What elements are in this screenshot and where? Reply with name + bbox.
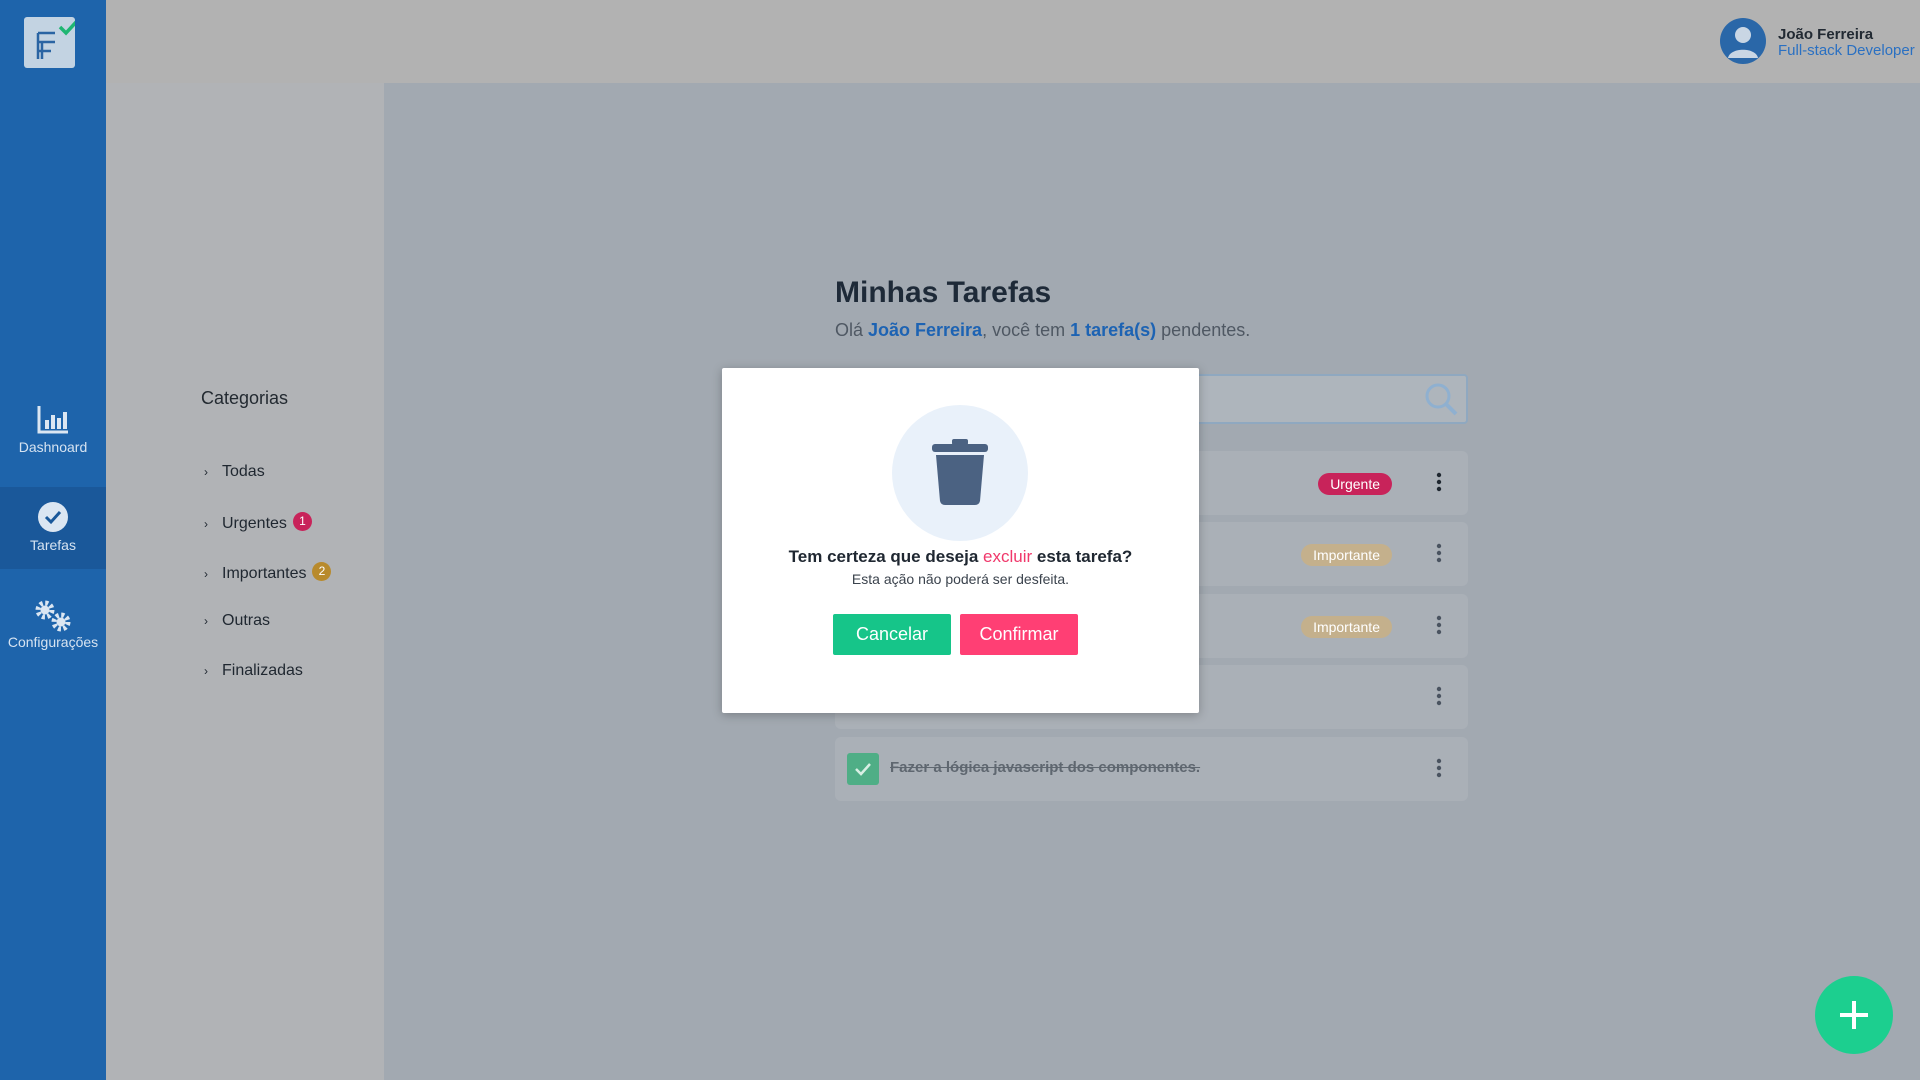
check-circle-icon: [38, 502, 68, 532]
task-title: Fazer a lógica javascript dos componente…: [890, 759, 1201, 776]
icon-circle: [892, 405, 1028, 541]
trash-icon: [932, 439, 988, 505]
category-label: Outras: [222, 612, 271, 629]
category-outras[interactable]: › Outras: [204, 612, 270, 630]
nav-configuracoes-label: Configurações: [7, 634, 99, 650]
question-text: Tem certeza que deseja: [788, 547, 984, 566]
plus-icon: [1840, 1001, 1868, 1029]
subtitle-text: pendentes.: [1156, 320, 1251, 340]
urgent-tag: Urgente: [1318, 473, 1392, 495]
more-vertical-icon[interactable]: [1436, 471, 1442, 493]
page-subtitle: Olá João Ferreira, você tem 1 tarefa(s) …: [835, 320, 1250, 341]
bar-chart-icon: [37, 406, 68, 434]
urgent-count-badge: 1: [292, 512, 312, 531]
dialog-question: Tem certeza que deseja excluir esta tare…: [722, 547, 1199, 567]
category-finalizadas[interactable]: › Finalizadas: [204, 662, 303, 680]
chevron-right-icon: ›: [204, 465, 208, 479]
category-label: Todas: [222, 463, 265, 480]
more-vertical-icon[interactable]: [1436, 614, 1442, 636]
more-vertical-icon[interactable]: [1436, 757, 1442, 779]
user-role: Full-stack Developer: [1778, 42, 1915, 59]
user-icon: [1728, 27, 1758, 58]
user-avatar[interactable]: [1720, 18, 1766, 64]
cancel-button[interactable]: Cancelar: [833, 614, 951, 655]
chevron-right-icon: ›: [204, 517, 208, 531]
important-tag: Importante: [1301, 616, 1392, 638]
app-logo[interactable]: [24, 17, 75, 68]
nav-tarefas-label: Tarefas: [30, 537, 76, 553]
task-done-checkbox[interactable]: [847, 753, 879, 785]
gears-icon: [35, 600, 71, 632]
nav-tarefas[interactable]: Tarefas: [0, 487, 106, 569]
user-name: João Ferreira: [1778, 26, 1874, 43]
nav-dashboard[interactable]: Dashnoard: [0, 388, 106, 470]
chevron-right-icon: ›: [204, 614, 208, 628]
category-label: Urgentes: [222, 515, 287, 532]
logo-icon: [36, 20, 75, 59]
more-vertical-icon[interactable]: [1436, 542, 1442, 564]
search-icon[interactable]: [1424, 382, 1458, 416]
question-text: esta tarefa?: [1032, 547, 1133, 566]
top-header: [106, 0, 1920, 83]
add-task-button[interactable]: [1815, 976, 1893, 1054]
page-title: Minhas Tarefas: [835, 276, 1052, 309]
categories-panel: Categorias › Todas › Urgentes 1 › Importante…: [106, 83, 384, 1080]
category-urgentes[interactable]: › Urgentes 1: [204, 512, 312, 533]
confirm-button[interactable]: Confirmar: [960, 614, 1078, 655]
subtitle-text: Olá: [835, 320, 869, 340]
nav-configuracoes[interactable]: Configurações: [0, 584, 106, 666]
check-icon: [855, 763, 871, 776]
subtitle-text: , você tem: [982, 320, 1071, 340]
chevron-right-icon: ›: [204, 567, 208, 581]
more-vertical-icon[interactable]: [1436, 685, 1442, 707]
task-row-done[interactable]: Fazer a lógica javascript dos componente…: [835, 737, 1468, 801]
chevron-right-icon: ›: [204, 664, 208, 678]
category-label: Importantes: [222, 565, 307, 582]
important-count-badge: 2: [312, 562, 332, 581]
category-todas[interactable]: › Todas: [204, 463, 265, 481]
important-tag: Importante: [1301, 544, 1392, 566]
category-label: Finalizadas: [222, 662, 303, 679]
delete-confirm-dialog: Tem certeza que deseja excluir esta tare…: [722, 368, 1199, 713]
nav-dashboard-label: Dashnoard: [18, 439, 88, 455]
category-importantes[interactable]: › Importantes 2: [204, 562, 332, 583]
question-action-word: excluir: [983, 547, 1033, 566]
categories-title: Categorias: [201, 388, 289, 408]
subtitle-task-count: 1 tarefa(s): [1070, 320, 1157, 340]
dialog-note: Esta ação não poderá ser desfeita.: [851, 571, 1070, 587]
sidebar: Dashnoard Tarefas Configurações: [0, 0, 106, 1080]
subtitle-user-name: João Ferreira: [868, 320, 983, 340]
